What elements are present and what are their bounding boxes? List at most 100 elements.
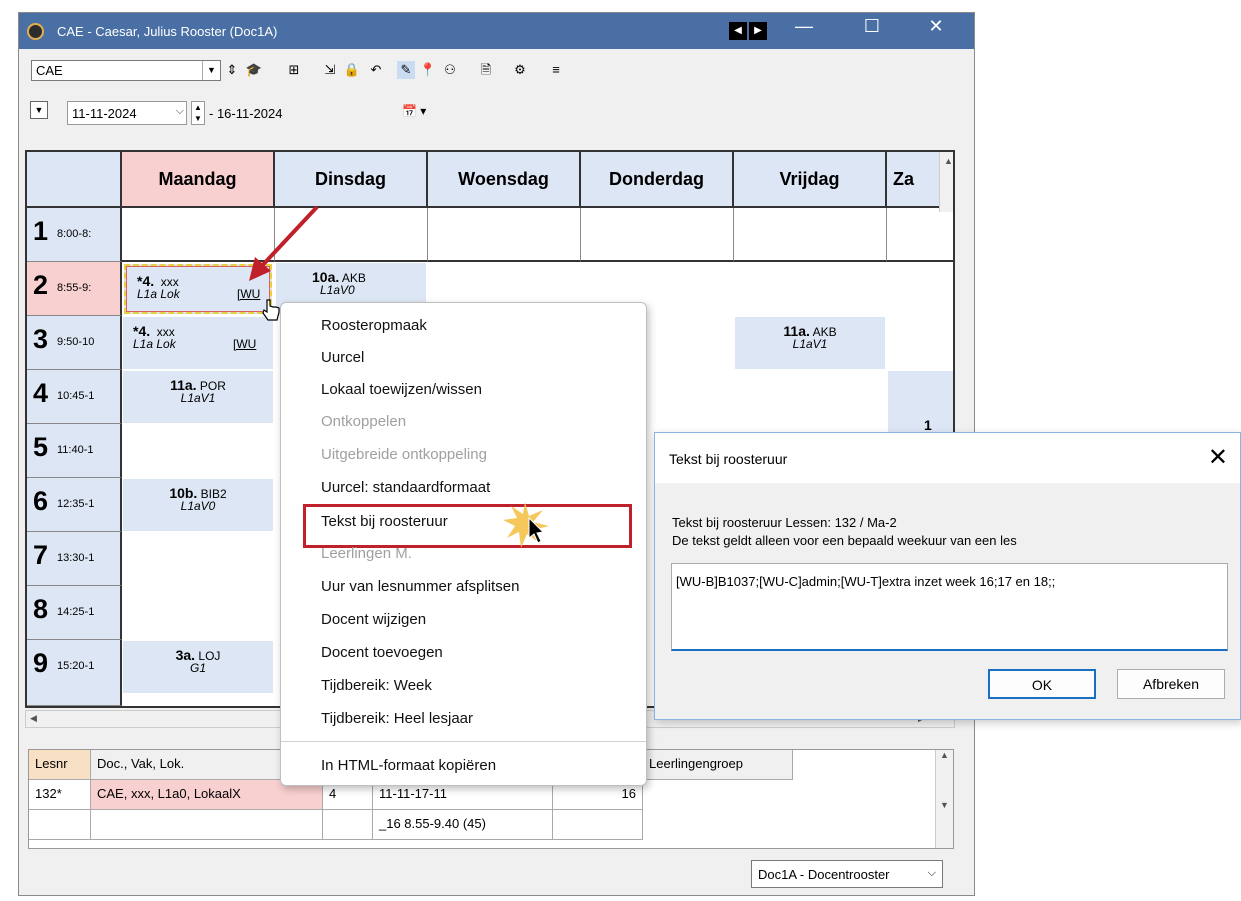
day-header-zaterdag[interactable]: Za [887,152,947,208]
dialog-lesson-info: Tekst bij roosteruur Lessen: 132 / Ma-2 [672,515,897,530]
minimize-button[interactable]: — [789,16,819,37]
clock-icon [27,23,44,40]
table-cell-lesnr[interactable]: 132* [29,780,91,810]
maximize-button[interactable]: ☐ [857,16,887,37]
period-3: 3 9:50-10 [27,316,122,370]
day-header-donderdag[interactable]: Donderdag [581,152,734,208]
period-time: 8:55-9: [57,282,92,294]
period-number: 4 [33,378,49,408]
table-cell[interactable] [29,810,91,840]
period-time: 14:25-1 [57,606,95,618]
ok-button[interactable]: OK [988,669,1096,699]
menu-item-uitgebreide-ontkoppeling: Uitgebreide ontkoppeling [321,446,487,463]
toolbar: CAE ▼ ⇕ 🎓 ⊞ ⇲ 🔒 ↶ ✎ 📍 ⚇ 🗎 ⚙ ≡ [19,51,974,89]
period-time: 9:50-10 [57,336,95,348]
list-settings-icon[interactable]: ≡ [547,61,565,79]
document-settings-icon[interactable]: 🗎 [477,61,495,79]
cancel-button[interactable]: Afbreken [1117,669,1225,699]
menu-item-tijdbereik-heel-lesjaar[interactable]: Tijdbereik: Heel lesjaar [321,710,473,727]
grid-cell[interactable] [581,208,734,262]
column-header-leerlingengroep[interactable]: Leerlingengroep [643,750,793,780]
view-select[interactable]: Doc1A - Docentrooster ⌵ [751,860,943,888]
period-number: 7 [33,540,49,570]
menu-item-docent-toevoegen[interactable]: Docent toevoegen [321,644,443,661]
scroll-left-icon[interactable]: ◀ [30,713,37,724]
lesson-room: L1a Lok [133,337,176,351]
vertical-scrollbar[interactable]: ▲ [939,152,953,212]
menu-item-html-kopieren[interactable]: In HTML-formaat kopiëren [321,757,496,774]
dialog-description: De tekst geldt alleen voor een bepaald w… [672,533,1017,548]
table-cell[interactable] [91,810,323,840]
menu-item-uurcel-standaardformaat[interactable]: Uurcel: standaardformaat [321,479,490,496]
day-header-vrijdag[interactable]: Vrijdag [734,152,887,208]
element-select[interactable]: CAE ▼ [31,60,221,81]
undo-icon[interactable]: ↶ [367,61,385,79]
date-stepper[interactable]: ▲ ▼ [191,101,205,125]
table-cell[interactable]: _16 8.55-9.40 (45) [373,810,553,840]
lesson-room: L1aV0 [320,283,355,297]
period-9: 9 15:20-1 [27,640,122,706]
period-8: 8 14:25-1 [27,586,122,640]
week-start-date-field[interactable]: 11-11-2024 ⌵ [67,101,187,125]
people-icon[interactable]: ⚇ [441,61,459,79]
period-number: 3 [33,324,49,354]
grid-icon[interactable]: ⊞ [285,61,303,79]
chevron-down-icon[interactable]: ⌵ [176,105,184,118]
chevron-down-icon[interactable]: ⌵ [928,867,936,880]
gear-icon[interactable]: ⚙ [511,61,529,79]
table-cell[interactable] [323,810,373,840]
table-vertical-scrollbar[interactable]: ▲ ▼ [935,750,953,848]
lesson-cell-mo-4[interactable]: 11a. POR L1aV1 [123,371,273,423]
lesson-cell-mo-6[interactable]: 10b. BIB2 L1aV0 [123,479,273,531]
spin-icon[interactable]: ⇕ [223,61,241,79]
period-number: 2 [33,270,49,300]
table-cell[interactable] [553,810,643,840]
period-1: 1 8:00-8: [27,208,122,262]
day-header-dinsdag[interactable]: Dinsdag [275,152,428,208]
menu-item-docent-wijzigen[interactable]: Docent wijzigen [321,611,426,628]
menu-item-uur-afsplitsen[interactable]: Uur van lesnummer afsplitsen [321,578,519,595]
next-element-button[interactable]: ▶ [749,22,767,40]
close-button[interactable]: ✕ [921,16,951,37]
menu-item-roosteropmaak[interactable]: Roosteropmaak [321,317,427,334]
menu-item-lokaal-toewijzen[interactable]: Lokaal toewijzen/wissen [321,381,482,398]
period-5: 5 11:40-1 [27,424,122,478]
graduation-cap-icon[interactable]: 🎓 [245,61,263,79]
grid-cell[interactable] [428,208,581,262]
lesson-room: L1aV1 [792,337,828,351]
dialog-title: Tekst bij roosteruur [669,451,788,467]
grid-cell[interactable] [887,208,953,262]
lesson-tag: [WU [237,287,261,301]
day-header-woensdag[interactable]: Woensdag [428,152,581,208]
text-dialog: Tekst bij roosteruur ✕ Tekst bij rooster… [654,432,1241,720]
element-select-value: CAE [36,63,63,78]
period-4: 4 10:45-1 [27,370,122,424]
day-header-maandag[interactable]: Maandag [122,152,275,208]
pin-icon[interactable]: 📍 [419,61,437,79]
grid-cell[interactable] [734,208,887,262]
lesson-cell-mo-3[interactable]: *4. xxx L1a Lok [WU [123,317,273,369]
paint-icon[interactable]: ✎ [397,61,415,79]
calendar-icon[interactable]: 📅 ▾ [402,104,452,128]
lesson-text-input[interactable]: [WU-B]B1037;[WU-C]admin;[WU-T]extra inze… [671,563,1228,651]
lesson-tag: [WU [233,337,257,351]
menu-item-uurcel[interactable]: Uurcel [321,349,364,366]
period-2: 2 8:55-9: [27,262,122,316]
previous-element-button[interactable]: ◀ [729,22,747,40]
lesson-room: L1a Lok [137,287,180,301]
window-title: CAE - Caesar, Julius Rooster (Doc1A) [57,24,278,39]
dialog-close-button[interactable]: ✕ [1208,443,1228,472]
lesson-cell-mo-9[interactable]: 3a. LOJ G1 [123,641,273,693]
lesson-cell-vr-3[interactable]: 11a. AKB L1aV1 [735,317,885,369]
menu-dropdown-button[interactable]: ▼ [30,101,48,119]
column-header-lesnr[interactable]: Lesnr [29,750,91,780]
period-7: 7 13:30-1 [27,532,122,586]
week-end-date: - 16-11-2024 [209,106,283,121]
lock-icon[interactable]: 🔒 [343,61,361,79]
menu-item-tijdbereik-week[interactable]: Tijdbereik: Week [321,677,432,694]
period-number: 5 [33,432,49,462]
date-row: ▼ 11-11-2024 ⌵ ▲ ▼ - 16-11-2024 📅 ▾ [19,97,974,131]
chevron-down-icon[interactable]: ▼ [202,61,220,80]
export-icon[interactable]: ⇲ [321,61,339,79]
menu-item-tekst-bij-roosteruur[interactable]: Tekst bij roosteruur [321,513,448,530]
